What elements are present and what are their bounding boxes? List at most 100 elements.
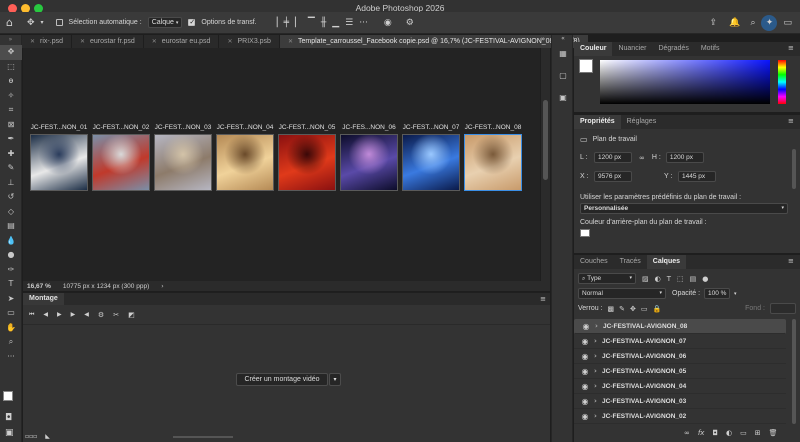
- link-layers-icon[interactable]: ∞: [684, 429, 690, 437]
- opacity-field[interactable]: 100 %: [704, 288, 731, 299]
- previous-frame-icon[interactable]: ◀: [43, 311, 48, 318]
- tab-layers-2[interactable]: Calques: [646, 255, 687, 269]
- ai-assistant-icon[interactable]: ✦: [761, 14, 778, 31]
- hand-icon[interactable]: ✋: [0, 321, 22, 336]
- document-tab[interactable]: ✕ PRIX3.psb: [219, 35, 280, 48]
- move-tool-icon[interactable]: ✥: [27, 18, 35, 28]
- settings-gear-icon[interactable]: ⚙: [406, 18, 414, 28]
- move-icon[interactable]: ✥: [0, 45, 22, 60]
- gradient-icon[interactable]: ▤: [0, 219, 22, 234]
- artboard[interactable]: JC-FEST...NON_07: [402, 124, 460, 191]
- foreground-swatch[interactable]: [579, 59, 593, 73]
- close-tab-icon[interactable]: ✕: [152, 38, 157, 45]
- artboard-thumbnail[interactable]: [464, 134, 522, 191]
- lock-pixels-icon[interactable]: ▩: [608, 305, 615, 313]
- artboard[interactable]: JC-FEST...NON_04: [216, 124, 274, 191]
- artboard-thumbnail[interactable]: [216, 134, 274, 191]
- adjustment-layer-icon[interactable]: ◐: [726, 429, 732, 437]
- artboard-thumbnail[interactable]: [340, 134, 398, 191]
- tab-color-3[interactable]: Motifs: [695, 42, 726, 56]
- layer-row[interactable]: ◉ › JC-FESTIVAL-AVIGNON_06: [574, 349, 786, 364]
- artboard-thumbnail[interactable]: [92, 134, 150, 191]
- eraser-icon[interactable]: ◇: [0, 205, 22, 220]
- expand-chevron-icon[interactable]: ›: [595, 322, 603, 331]
- layer-row[interactable]: ◉ › JC-FESTIVAL-AVIGNON_08: [574, 319, 786, 334]
- search-icon[interactable]: ⌕: [750, 18, 755, 28]
- more-icon[interactable]: ···: [0, 350, 22, 365]
- tabs-overflow-icon[interactable]: »: [541, 35, 545, 43]
- filter-smart-icon[interactable]: ▤: [690, 275, 697, 283]
- close-tab-icon[interactable]: ✕: [80, 38, 85, 45]
- libraries-icon[interactable]: ▣: [556, 91, 570, 105]
- filter-type-icon[interactable]: T: [667, 275, 671, 283]
- comments-icon[interactable]: ▢: [556, 69, 570, 83]
- play-icon[interactable]: ▶: [57, 311, 62, 318]
- document-tab[interactable]: ✕ eurostar eu.psd: [144, 35, 220, 48]
- hue-slider[interactable]: [778, 60, 786, 104]
- panel-menu-icon[interactable]: ≡: [788, 257, 794, 265]
- align-middle-icon[interactable]: ╫: [321, 18, 326, 28]
- type-icon[interactable]: T: [0, 277, 22, 292]
- artboard-label[interactable]: JC-FES...NON_06: [340, 124, 398, 131]
- y-field[interactable]: 1445 px: [678, 171, 716, 182]
- 3d-mode-icon[interactable]: ◉: [384, 18, 392, 28]
- transition-icon[interactable]: ◩: [128, 311, 135, 319]
- close-tab-icon[interactable]: ✕: [288, 38, 293, 45]
- history-brush-icon[interactable]: ↺: [0, 190, 22, 205]
- expand-chevron-icon[interactable]: ›: [594, 382, 602, 390]
- screen-mode-icon[interactable]: ▣: [5, 428, 14, 438]
- artboard[interactable]: JC-FEST...NON_08: [464, 124, 522, 191]
- first-frame-icon[interactable]: ⏮: [29, 311, 34, 319]
- layer-name[interactable]: JC-FESTIVAL-AVIGNON_03: [602, 398, 686, 405]
- path-select-icon[interactable]: ➤: [0, 292, 22, 307]
- toolbar-collapse-icon[interactable]: »: [0, 35, 21, 45]
- artboard[interactable]: JC-FEST...NON_01: [30, 124, 88, 191]
- layer-name[interactable]: JC-FESTIVAL-AVIGNON_06: [602, 353, 686, 360]
- lock-paint-icon[interactable]: ✎: [619, 305, 625, 313]
- artboard[interactable]: JC-FEST...NON_05: [278, 124, 336, 191]
- width-field[interactable]: 1200 px: [594, 152, 632, 163]
- panel-menu-icon[interactable]: ≡: [540, 295, 546, 303]
- align-right-icon[interactable]: ▏: [295, 18, 302, 28]
- layer-row[interactable]: ◉ › JC-FESTIVAL-AVIGNON_03: [574, 394, 786, 409]
- canvas-area[interactable]: JC-FEST...NON_01 JC-FEST...NON_02 JC-FEST.…: [23, 48, 540, 287]
- artboard-label[interactable]: JC-FEST...NON_04: [216, 124, 274, 131]
- artboard-thumbnail[interactable]: [402, 134, 460, 191]
- bg-color-swatch[interactable]: [580, 229, 590, 237]
- height-field[interactable]: 1200 px: [665, 152, 704, 163]
- blur-icon[interactable]: 💧: [0, 234, 22, 249]
- foreground-color-swatch[interactable]: [3, 391, 13, 401]
- tab-layers-1[interactable]: Tracés: [614, 255, 647, 269]
- filter-pixel-icon[interactable]: ▨: [642, 275, 649, 283]
- split-icon[interactable]: ✂: [113, 311, 119, 319]
- audio-icon[interactable]: ◀: [84, 311, 89, 318]
- more-options-icon[interactable]: ···: [359, 18, 368, 28]
- close-tab-icon[interactable]: ✕: [227, 38, 232, 45]
- visibility-eye-icon[interactable]: ◉: [578, 412, 592, 421]
- artboard-thumbnail[interactable]: [30, 134, 88, 191]
- artboard-label[interactable]: JC-FEST...NON_05: [278, 124, 336, 131]
- artboard-label[interactable]: JC-FEST...NON_01: [30, 124, 88, 131]
- artboard-label[interactable]: JC-FEST...NON_08: [464, 124, 522, 131]
- timeline-mode-dropdown[interactable]: ▾: [329, 373, 341, 386]
- artboard-label[interactable]: JC-FEST...NON_02: [92, 124, 150, 131]
- transform-controls-checkbox[interactable]: [188, 18, 196, 26]
- marquee-icon[interactable]: ⬚: [0, 60, 22, 75]
- dodge-icon[interactable]: ●: [0, 248, 22, 263]
- auto-select-dropdown[interactable]: Calque ▾: [147, 17, 183, 28]
- layer-row[interactable]: ◉ › JC-FESTIVAL-AVIGNON_05: [574, 364, 786, 379]
- vertical-scrollbar[interactable]: [541, 48, 550, 281]
- tab-color-0[interactable]: Couleur: [574, 42, 613, 56]
- artboard-thumbnail[interactable]: [154, 134, 212, 191]
- artboard[interactable]: JC-FES...NON_06: [340, 124, 398, 191]
- preset-dropdown[interactable]: Personnalisée ▾: [580, 203, 788, 214]
- home-icon[interactable]: ⌂: [6, 16, 13, 29]
- healing-icon[interactable]: ✚: [0, 147, 22, 162]
- lock-all-icon[interactable]: 🔒: [653, 305, 662, 313]
- visibility-eye-icon[interactable]: ◉: [579, 322, 593, 331]
- stamp-icon[interactable]: ⊥: [0, 176, 22, 191]
- layer-name[interactable]: JC-FESTIVAL-AVIGNON_08: [603, 322, 687, 331]
- workspace-icon[interactable]: ▭: [783, 18, 792, 28]
- settings-icon[interactable]: ⚙: [98, 311, 104, 319]
- crop-icon[interactable]: ⌗: [0, 103, 22, 118]
